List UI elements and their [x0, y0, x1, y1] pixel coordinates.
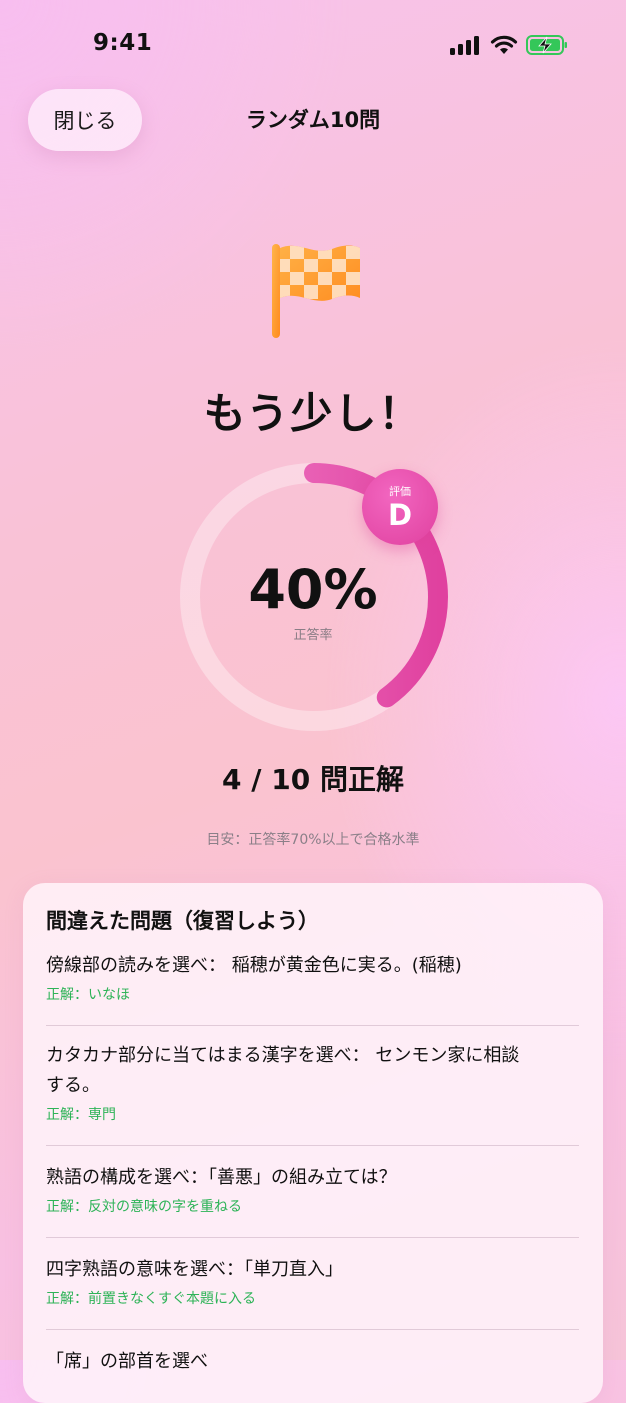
review-title: 間違えた問題（復習しよう） [46, 909, 319, 933]
divider [46, 1145, 579, 1146]
checkered-flag-icon [272, 244, 360, 338]
divider [46, 1025, 579, 1026]
percent-value: 40% [248, 558, 378, 621]
review-question: 四字熟語の意味を選べ：「単刀直入」 [46, 1259, 343, 1280]
review-answer: 正解：反対の意味の字を重ねる [46, 1199, 242, 1215]
review-card: 間違えた問題（復習しよう） 傍線部の読みを選べ： 稲穂が黄金色に実る。(稲穂) … [23, 883, 603, 1403]
review-answer: 正解：いなほ [46, 987, 130, 1003]
wifi-icon [490, 35, 518, 54]
score-text: 4 / 10 問正解 [222, 763, 404, 796]
review-question: 傍線部の読みを選べ： 稲穂が黄金色に実る。(稲穂) [46, 955, 462, 976]
nav-title: ランダム10問 [245, 108, 381, 132]
divider [46, 1329, 579, 1330]
review-item[interactable]: カタカナ部分に当てはまる漢字を選べ： センモン家に相談する。 正解：専門 [46, 1041, 526, 1124]
review-question: 「席」の部首を選べ [46, 1351, 208, 1372]
divider [46, 1237, 579, 1238]
status-icons [450, 34, 568, 56]
status-bar: 9:41 [0, 0, 626, 90]
review-item[interactable]: 傍線部の読みを選べ： 稲穂が黄金色に実る。(稲穂) 正解：いなほ [46, 951, 579, 1004]
review-question: カタカナ部分に当てはまる漢字を選べ： センモン家に相談する。 [46, 1045, 520, 1096]
review-item[interactable]: 四字熟語の意味を選べ：「単刀直入」 正解：前置きなくすぐ本題に入る [46, 1255, 579, 1308]
review-question: 熟語の構成を選べ：「善悪」の組み立ては？ [46, 1167, 397, 1188]
grade-label: 評価 [389, 485, 411, 498]
grade-value: D [387, 498, 413, 532]
pass-hint: 目安：正答率70%以上で合格水準 [206, 832, 420, 848]
percent-label: 正答率 [293, 628, 333, 643]
grade-badge: 評価 D [362, 469, 438, 545]
signal-icon [450, 36, 479, 55]
battery-charging-icon [526, 35, 567, 55]
review-item[interactable]: 「席」の部首を選べ [46, 1347, 579, 1377]
review-item[interactable]: 熟語の構成を選べ：「善悪」の組み立ては？ 正解：反対の意味の字を重ねる [46, 1163, 579, 1216]
review-answer: 正解：前置きなくすぐ本題に入る [46, 1291, 256, 1307]
result-headline: もう少し！ [203, 389, 423, 438]
status-time: 9:41 [93, 30, 153, 56]
review-answer: 正解：専門 [46, 1107, 116, 1123]
